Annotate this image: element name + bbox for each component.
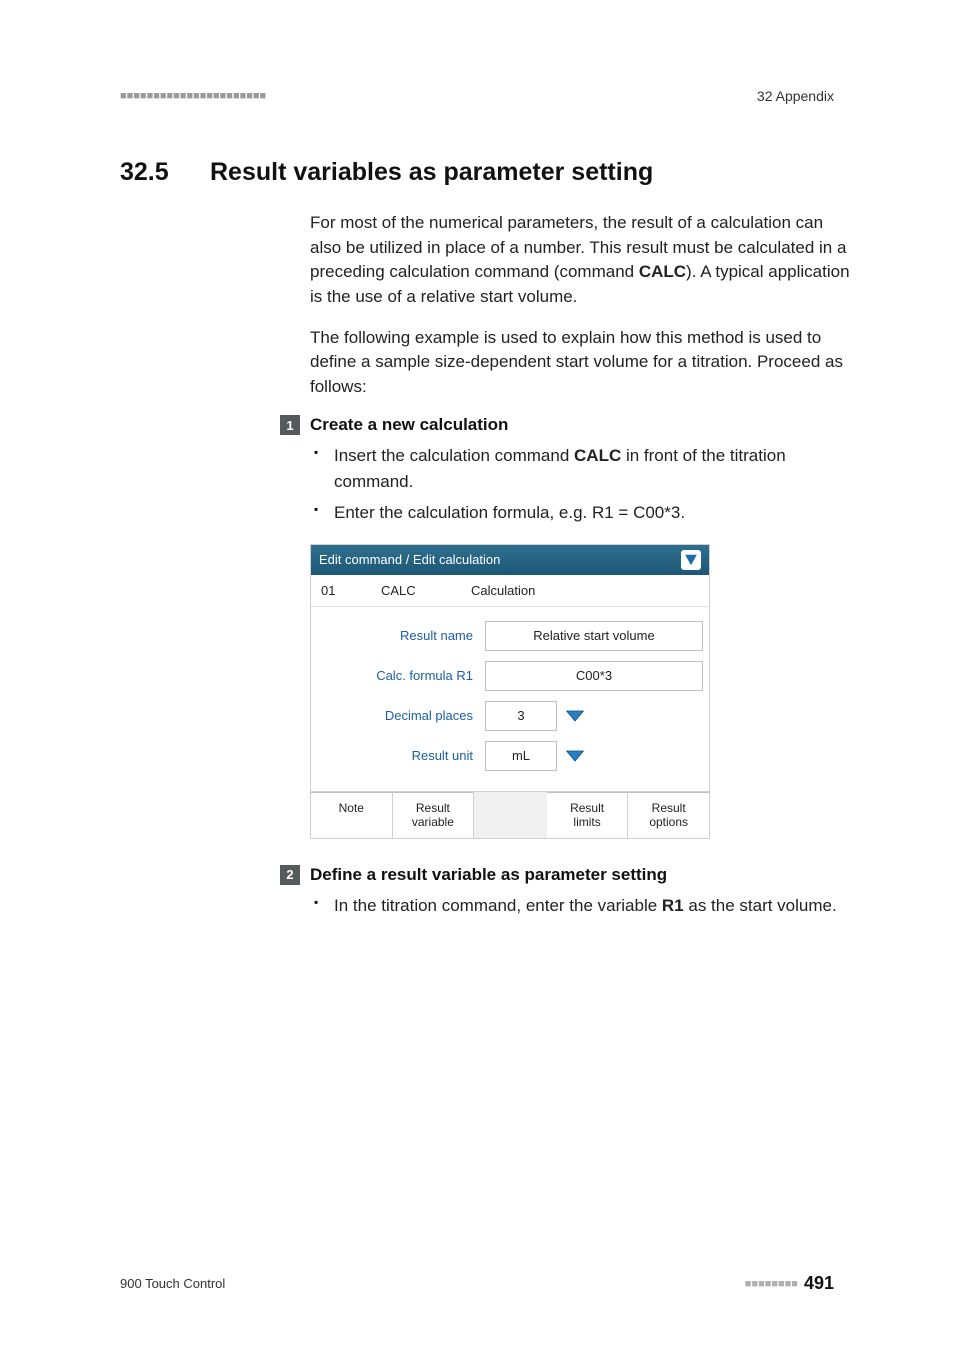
- step-2-title: Define a result variable as parameter se…: [310, 865, 667, 885]
- dialog-form: Result name Relative start volume Calc. …: [311, 607, 709, 791]
- step2-b1-pre: In the titration command, enter the vari…: [334, 896, 662, 915]
- footer-page-number: 491: [804, 1273, 834, 1294]
- label-decimal-places: Decimal places: [317, 708, 485, 723]
- footer-dashes: ■■■■■■■■: [745, 1278, 798, 1290]
- dialog-sub-id: 01: [321, 583, 381, 598]
- result-variable-button[interactable]: Result variable: [393, 792, 475, 838]
- edit-calculation-dialog: Edit command / Edit calculation 01 CALC …: [310, 544, 710, 839]
- page-footer: 900 Touch Control ■■■■■■■■ 491: [120, 1273, 834, 1294]
- row-result-unit: Result unit mL: [317, 741, 703, 771]
- step2-b1-post: as the start volume.: [684, 896, 837, 915]
- step-1-bullet-2: Enter the calculation formula, e.g. R1 =…: [334, 500, 850, 526]
- help-icon[interactable]: [681, 550, 701, 570]
- field-result-unit[interactable]: mL: [485, 741, 557, 771]
- row-decimal-places: Decimal places 3: [317, 701, 703, 731]
- label-formula: Calc. formula R1: [317, 668, 485, 683]
- header-appendix-label: 32 Appendix: [757, 88, 834, 104]
- section-number: 32.5: [120, 158, 180, 187]
- section-heading: 32.5 Result variables as parameter setti…: [120, 158, 834, 187]
- row-formula: Calc. formula R1 C00*3: [317, 661, 703, 691]
- step-1-row: 1 Create a new calculation: [310, 415, 850, 435]
- section-title: Result variables as parameter setting: [210, 158, 653, 187]
- header-dashes: ■■■■■■■■■■■■■■■■■■■■■■: [120, 90, 266, 102]
- paragraph-2: The following example is used to explain…: [310, 326, 850, 400]
- footer-product: 900 Touch Control: [120, 1276, 225, 1291]
- label-result-name: Result name: [317, 628, 485, 643]
- dropdown-unit-icon[interactable]: [565, 748, 585, 764]
- dropdown-decimal-icon[interactable]: [565, 708, 585, 724]
- note-button[interactable]: Note: [311, 792, 393, 838]
- step1-b1-pre: Insert the calculation command: [334, 446, 574, 465]
- step2-b1-bold: R1: [662, 896, 684, 915]
- page-header: ■■■■■■■■■■■■■■■■■■■■■■ 32 Appendix: [120, 88, 834, 104]
- dialog-title: Edit command / Edit calculation: [319, 552, 500, 567]
- result-limits-button[interactable]: Result limits: [547, 792, 629, 838]
- result-options-button[interactable]: Result options: [628, 792, 709, 838]
- dialog-sub-label: Calculation: [471, 583, 535, 598]
- step-1-bullets: Insert the calculation command CALC in f…: [310, 443, 850, 526]
- dialog-subheader: 01 CALC Calculation: [311, 575, 709, 607]
- field-formula[interactable]: C00*3: [485, 661, 703, 691]
- step-1-title: Create a new calculation: [310, 415, 508, 435]
- step-1-bullet-1: Insert the calculation command CALC in f…: [334, 443, 850, 494]
- bottom-spacer: [474, 792, 547, 838]
- dialog-titlebar: Edit command / Edit calculation: [311, 545, 709, 575]
- field-result-name[interactable]: Relative start volume: [485, 621, 703, 651]
- step-2-bullets: In the titration command, enter the vari…: [310, 893, 850, 919]
- dialog-bottom-bar: Note Result variable Result limits Resul…: [311, 791, 709, 838]
- para1-bold: CALC: [639, 262, 686, 281]
- step-2-badge: 2: [280, 865, 300, 885]
- step-2-bullet-1: In the titration command, enter the vari…: [334, 893, 850, 919]
- step1-b1-bold: CALC: [574, 446, 621, 465]
- dialog-sub-cmd: CALC: [381, 583, 471, 598]
- field-decimal-places[interactable]: 3: [485, 701, 557, 731]
- paragraph-1: For most of the numerical parameters, th…: [310, 211, 850, 310]
- label-result-unit: Result unit: [317, 748, 485, 763]
- step-2-row: 2 Define a result variable as parameter …: [310, 865, 850, 885]
- step-1-badge: 1: [280, 415, 300, 435]
- row-result-name: Result name Relative start volume: [317, 621, 703, 651]
